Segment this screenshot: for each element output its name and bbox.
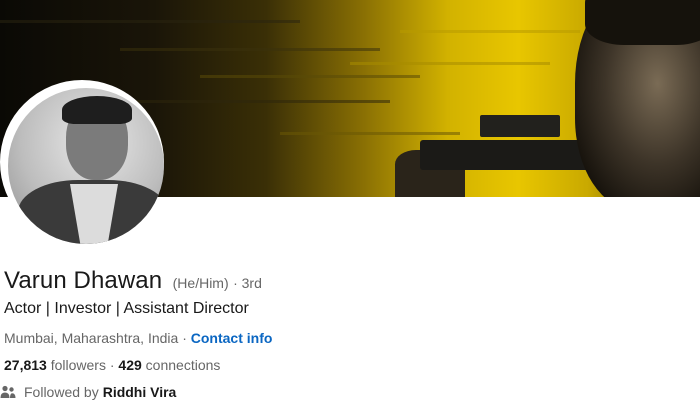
cover-hair xyxy=(585,0,700,45)
followed-by-label: Followed by xyxy=(24,384,99,400)
followed-by-row[interactable]: Followed by Riddhi Vira xyxy=(0,384,176,400)
avatar-hair xyxy=(62,96,132,124)
profile-location: Mumbai, Maharashtra, India xyxy=(4,330,179,346)
location-separator: · xyxy=(182,330,187,346)
contact-info-link[interactable]: Contact info xyxy=(191,330,273,346)
connections-label[interactable]: connections xyxy=(146,357,221,373)
connection-degree: · 3rd xyxy=(233,275,262,291)
followers-count[interactable]: 27,813 xyxy=(4,357,47,373)
stats-row: 27,813 followers · 429 connections xyxy=(4,357,220,373)
cover-streak xyxy=(0,20,300,23)
cover-streak xyxy=(400,30,580,33)
cover-streak xyxy=(350,62,550,65)
profile-headline: Actor | Investor | Assistant Director xyxy=(4,300,249,317)
cover-streak xyxy=(280,132,460,135)
cover-streak xyxy=(120,48,380,51)
followers-label[interactable]: followers xyxy=(51,357,106,373)
profile-pronouns: (He/Him) xyxy=(172,275,229,291)
cover-streak xyxy=(200,75,420,78)
name-row: Varun Dhawan (He/Him) · 3rd xyxy=(4,267,262,295)
people-icon xyxy=(0,385,16,399)
profile-avatar[interactable] xyxy=(0,80,164,244)
connections-count[interactable]: 429 xyxy=(118,357,141,373)
avatar-photo xyxy=(8,88,164,244)
profile-name: Varun Dhawan xyxy=(4,267,163,294)
cover-rifle-sight xyxy=(480,115,560,137)
stats-separator: · xyxy=(109,357,115,373)
location-row: Mumbai, Maharashtra, India · Contact inf… xyxy=(4,330,272,346)
followed-by-name[interactable]: Riddhi Vira xyxy=(103,384,177,400)
